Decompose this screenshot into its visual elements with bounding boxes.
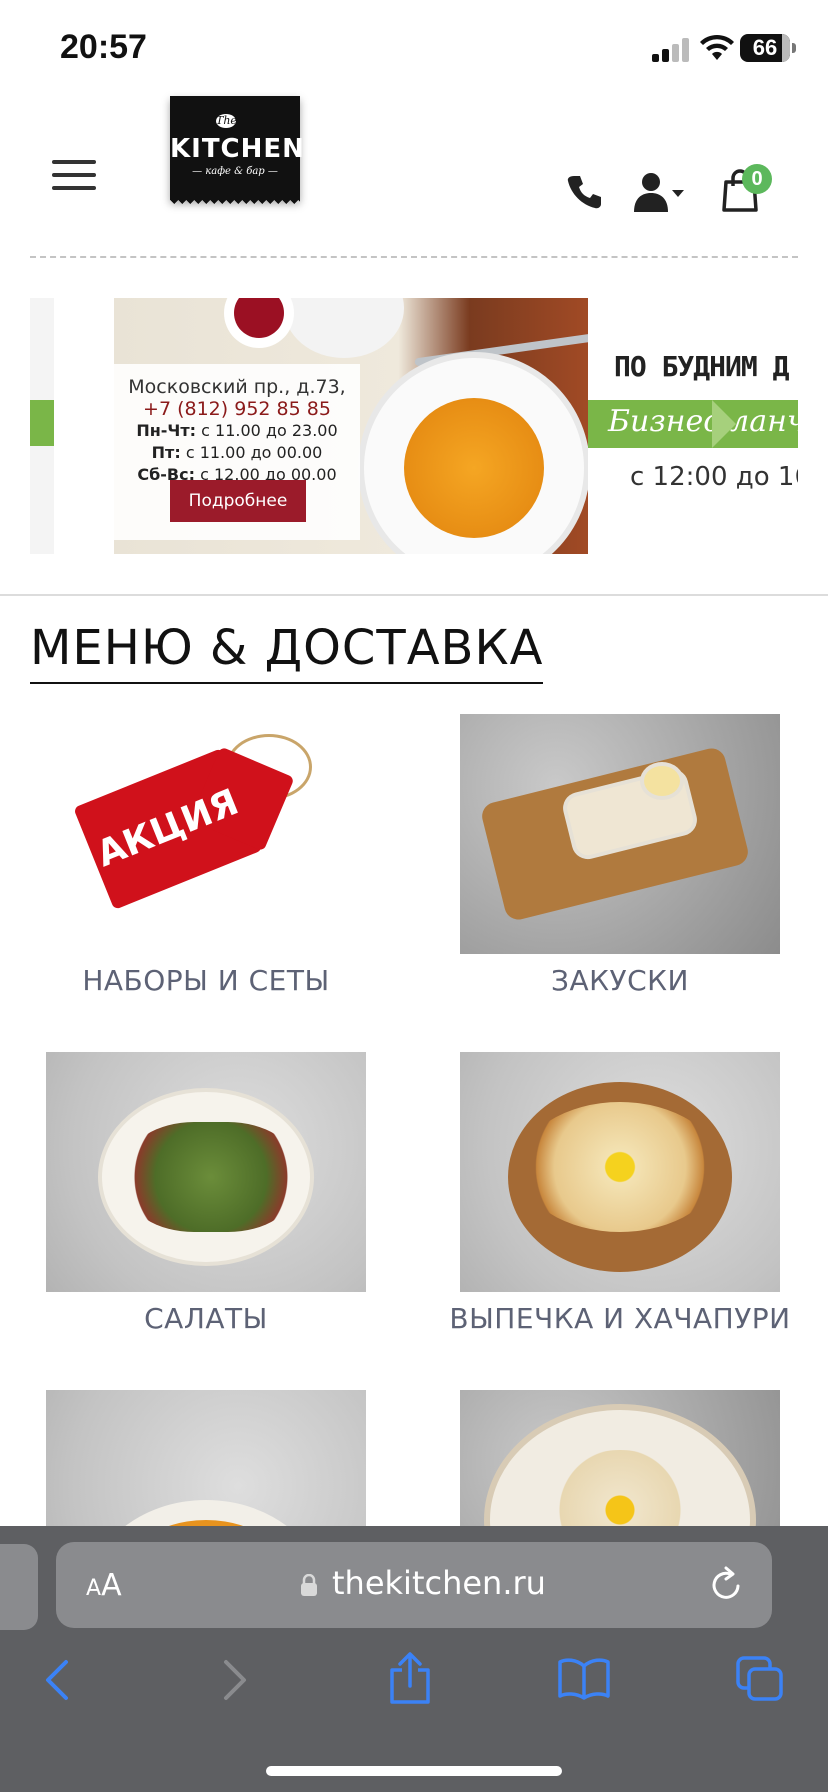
url-text[interactable]: thekitchen.ru: [332, 1564, 546, 1602]
bookmarks-icon[interactable]: [558, 1656, 610, 1700]
battery-icon: 66: [740, 34, 796, 62]
text-size-button[interactable]: AAAA: [86, 1568, 122, 1603]
opening-hours: Пн-Чт: с 11.00 до 23.00 Пт: с 11.00 до 0…: [136, 421, 338, 484]
logo-the: The: [216, 114, 237, 128]
category-label[interactable]: ВЫПЕЧКА И ХАЧАПУРИ: [440, 1302, 800, 1335]
chevron-down-icon: [672, 190, 684, 197]
slide-business-lunch[interactable]: ПО БУДНИМ Д Бизнес-ланч с 12:00 до 16: [588, 298, 798, 554]
more-details-button[interactable]: Подробнее: [170, 480, 306, 522]
lock-icon: [301, 1574, 317, 1596]
category-card-sets[interactable]: АКЦИЯ НАБОРЫ И СЕТЫ: [26, 714, 386, 997]
category-label[interactable]: САЛАТЫ: [26, 1302, 386, 1335]
soup-image: [404, 398, 544, 538]
share-icon[interactable]: [388, 1652, 432, 1704]
cellular-signal-icon: [652, 38, 692, 62]
category-image: [460, 1052, 780, 1292]
location-info-box: Московский пр., д.73, +7 (812) 952 85 85…: [114, 364, 360, 540]
site-logo[interactable]: The KITCHEN — кафе & бар —: [170, 96, 305, 208]
address-text: Московский пр., д.73,: [128, 376, 346, 398]
menu-section-title: МЕНЮ & ДОСТАВКА: [30, 620, 544, 684]
business-lunch-pill: Бизнес-ланч: [588, 400, 798, 448]
category-card-appetizers[interactable]: ЗАКУСКИ: [440, 714, 800, 997]
hamburger-menu-icon[interactable]: [52, 160, 96, 192]
back-icon[interactable]: [42, 1658, 72, 1702]
category-card-pastry[interactable]: ВЫПЕЧКА И ХАЧАПУРИ: [440, 1052, 800, 1335]
promo-carousel[interactable]: Московский пр., д.73, +7 (812) 952 85 85…: [30, 298, 798, 554]
category-label[interactable]: ЗАКУСКИ: [440, 964, 800, 997]
forward-icon[interactable]: [220, 1658, 250, 1702]
section-divider: [0, 594, 828, 596]
header-divider: [30, 256, 798, 258]
status-bar: 20:57 66: [0, 0, 828, 96]
category-card-salads[interactable]: САЛАТЫ: [26, 1052, 386, 1335]
wifi-icon: [700, 34, 734, 60]
home-indicator[interactable]: [266, 1766, 562, 1776]
weekdays-heading: ПО БУДНИМ Д: [614, 350, 789, 383]
category-label[interactable]: НАБОРЫ И СЕТЫ: [26, 964, 386, 997]
promo-tag-image: АКЦИЯ: [73, 748, 263, 910]
previous-tab-peek[interactable]: [0, 1544, 38, 1630]
lunch-time-text: с 12:00 до 16: [630, 462, 798, 492]
category-image: АКЦИЯ: [46, 714, 366, 954]
category-image: [46, 1052, 366, 1292]
logo-subtitle: — кафе & бар —: [192, 166, 278, 177]
phone-icon[interactable]: [566, 174, 602, 210]
cart-count-badge: 0: [742, 164, 772, 194]
slide-location[interactable]: Московский пр., д.73, +7 (812) 952 85 85…: [114, 298, 588, 554]
status-time: 20:57: [60, 28, 147, 66]
address-bar[interactable]: AAAA thekitchen.ru: [56, 1542, 772, 1628]
phone-text[interactable]: +7 (812) 952 85 85: [114, 398, 360, 420]
reload-icon[interactable]: [710, 1566, 744, 1602]
user-account-icon[interactable]: [634, 172, 686, 212]
battery-level: 66: [752, 35, 778, 60]
tabs-icon[interactable]: [736, 1656, 784, 1702]
logo-brand: KITCHEN: [170, 134, 305, 164]
browser-toolbar: AAAA thekitchen.ru: [0, 1526, 828, 1792]
category-image: [460, 714, 780, 954]
